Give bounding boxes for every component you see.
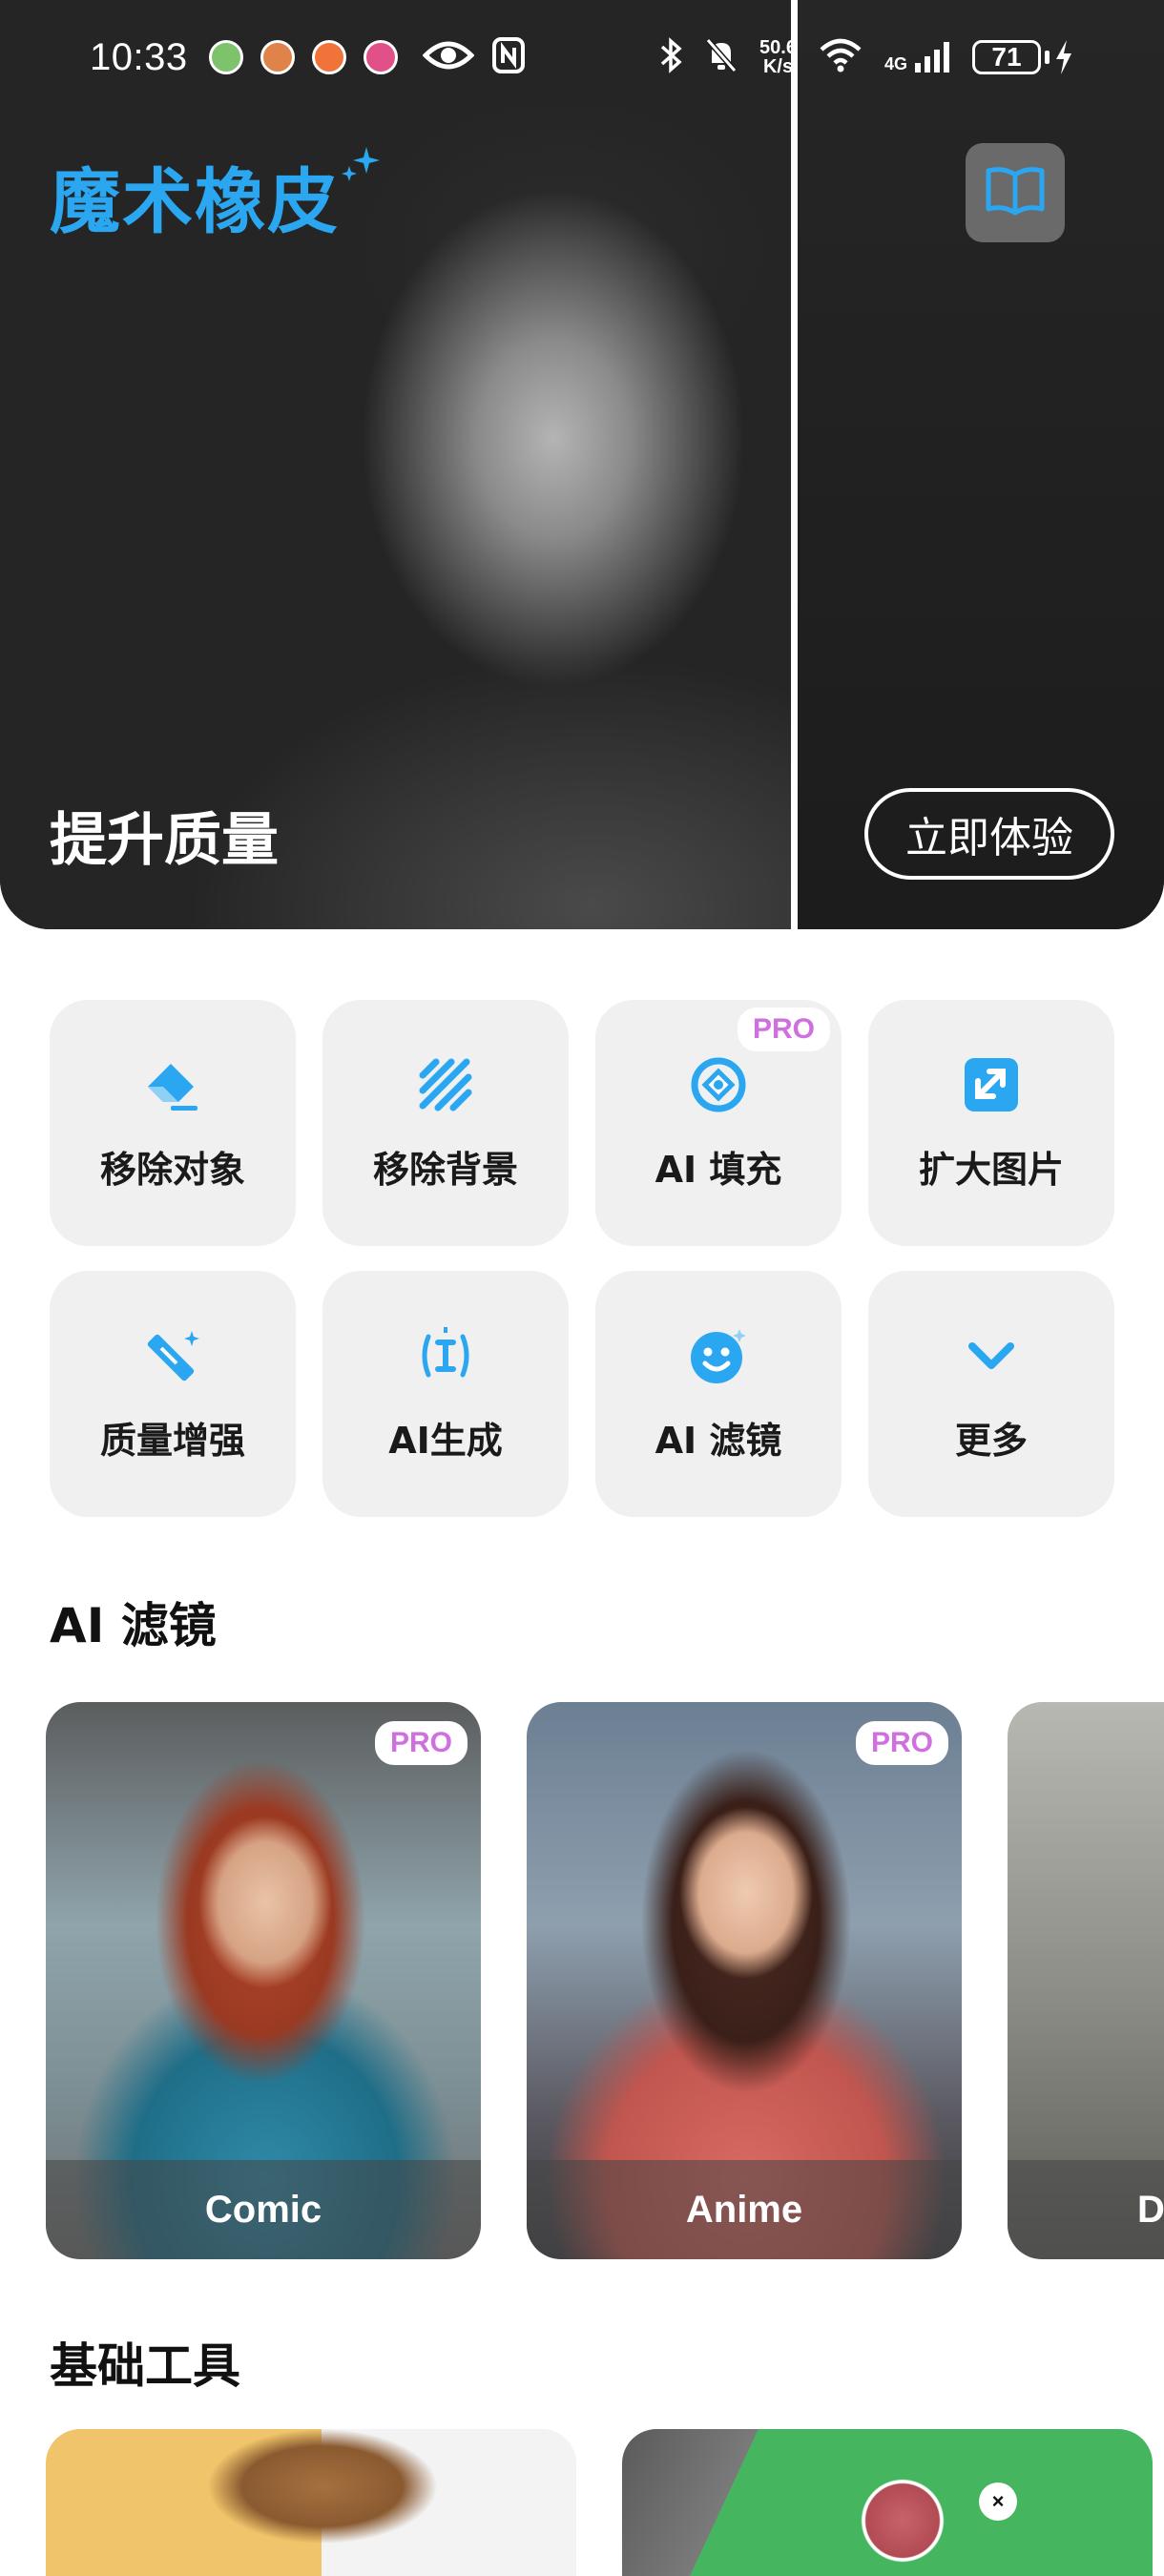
signal-bars-icon bbox=[915, 42, 949, 73]
status-right-group: 50.6 K/s 4G 71 bbox=[658, 36, 1074, 79]
expand-image-icon bbox=[961, 1054, 1022, 1115]
nfc-icon bbox=[491, 36, 526, 79]
tool-remove-background[interactable]: 移除背景 bbox=[322, 1000, 569, 1246]
tool-remove-object[interactable]: 移除对象 bbox=[50, 1000, 296, 1246]
battery-level: 71 bbox=[972, 40, 1041, 74]
pro-badge: PRO bbox=[855, 1721, 948, 1765]
cellular-signal: 4G bbox=[884, 40, 951, 74]
tool-more[interactable]: 更多 bbox=[868, 1271, 1114, 1517]
app-logo: 魔术橡皮 bbox=[50, 161, 340, 243]
bluetooth-icon bbox=[658, 36, 683, 79]
chevron-down-icon bbox=[961, 1325, 1022, 1386]
text-cursor-icon bbox=[415, 1325, 476, 1386]
try-now-button[interactable]: 立即体验 bbox=[864, 788, 1114, 880]
smiley-icon bbox=[688, 1325, 749, 1386]
close-icon: × bbox=[979, 2483, 1017, 2521]
tool-label: 扩大图片 bbox=[918, 1148, 1064, 1191]
app-notification-icon bbox=[208, 40, 243, 74]
book-icon bbox=[984, 165, 1047, 221]
battery-cap bbox=[1045, 51, 1050, 64]
filter-card-partial[interactable]: D bbox=[1008, 1702, 1164, 2259]
app-notification-icon bbox=[260, 40, 295, 74]
tool-quality-enhance[interactable]: 质量增强 bbox=[50, 1271, 296, 1517]
network-speed: 50.6 K/s bbox=[759, 37, 797, 77]
pro-badge: PRO bbox=[374, 1721, 468, 1765]
tool-ai-filter[interactable]: AI 滤镜 bbox=[595, 1271, 842, 1517]
sparkle-icon bbox=[340, 143, 384, 192]
tool-label: 更多 bbox=[954, 1419, 1028, 1462]
tool-ai-generate[interactable]: AI生成 bbox=[322, 1271, 569, 1517]
tool-ai-fill[interactable]: PRO AI 填充 bbox=[595, 1000, 842, 1246]
app-notification-icon bbox=[311, 40, 346, 74]
wifi-icon bbox=[818, 38, 863, 77]
magic-wand-icon bbox=[142, 1325, 203, 1386]
tool-label: AI 填充 bbox=[655, 1148, 782, 1191]
filter-label: D bbox=[1008, 2160, 1164, 2259]
eye-icon bbox=[422, 38, 475, 77]
basic-tools-row: × bbox=[46, 2429, 1164, 2576]
hero-banner[interactable]: 10:33 50.6 K/s 4G 71 魔术橡皮 提升质量 立即体验 bbox=[0, 0, 1164, 929]
section-title-ai-filters: AI 滤镜 bbox=[50, 1598, 217, 1653]
tool-label: AI生成 bbox=[388, 1419, 503, 1462]
tool-expand-image[interactable]: 扩大图片 bbox=[868, 1000, 1114, 1246]
tool-label: AI 滤镜 bbox=[655, 1419, 782, 1462]
pro-badge: PRO bbox=[737, 1008, 830, 1051]
status-app-icons bbox=[208, 40, 398, 74]
hero-title: 提升质量 bbox=[50, 807, 279, 874]
guide-book-button[interactable] bbox=[966, 143, 1065, 242]
basic-tool-card-remove-object[interactable]: × bbox=[622, 2429, 1153, 2576]
filter-label: Anime bbox=[527, 2160, 962, 2259]
status-bar: 10:33 50.6 K/s 4G 71 bbox=[0, 0, 1164, 114]
eraser-icon bbox=[142, 1054, 203, 1115]
battery-indicator: 71 bbox=[972, 38, 1074, 76]
basic-tool-card-remove-bg[interactable] bbox=[46, 2429, 576, 2576]
compare-slider-handle[interactable] bbox=[791, 0, 798, 929]
filter-label: Comic bbox=[46, 2160, 481, 2259]
ai-fill-icon bbox=[688, 1054, 749, 1115]
section-title-basic-tools: 基础工具 bbox=[50, 2338, 240, 2394]
hero-before-image bbox=[0, 0, 794, 929]
tool-label: 质量增强 bbox=[99, 1419, 245, 1462]
tool-grid: 移除对象 移除背景 PRO AI 填充 扩大图片 质量增强 AI生成 AI 滤镜… bbox=[50, 1000, 1114, 1517]
filter-card-comic[interactable]: PRO Comic bbox=[46, 1702, 481, 2259]
charging-icon bbox=[1056, 40, 1071, 74]
tool-label: 移除背景 bbox=[372, 1148, 518, 1191]
app-notification-icon bbox=[363, 40, 398, 74]
stripes-icon bbox=[415, 1054, 476, 1115]
mute-bell-icon bbox=[704, 36, 738, 79]
filter-carousel[interactable]: PRO Comic PRO Anime D bbox=[46, 1702, 1164, 2259]
tool-label: 移除对象 bbox=[99, 1148, 245, 1191]
status-time: 10:33 bbox=[90, 35, 188, 78]
filter-card-anime[interactable]: PRO Anime bbox=[527, 1702, 962, 2259]
